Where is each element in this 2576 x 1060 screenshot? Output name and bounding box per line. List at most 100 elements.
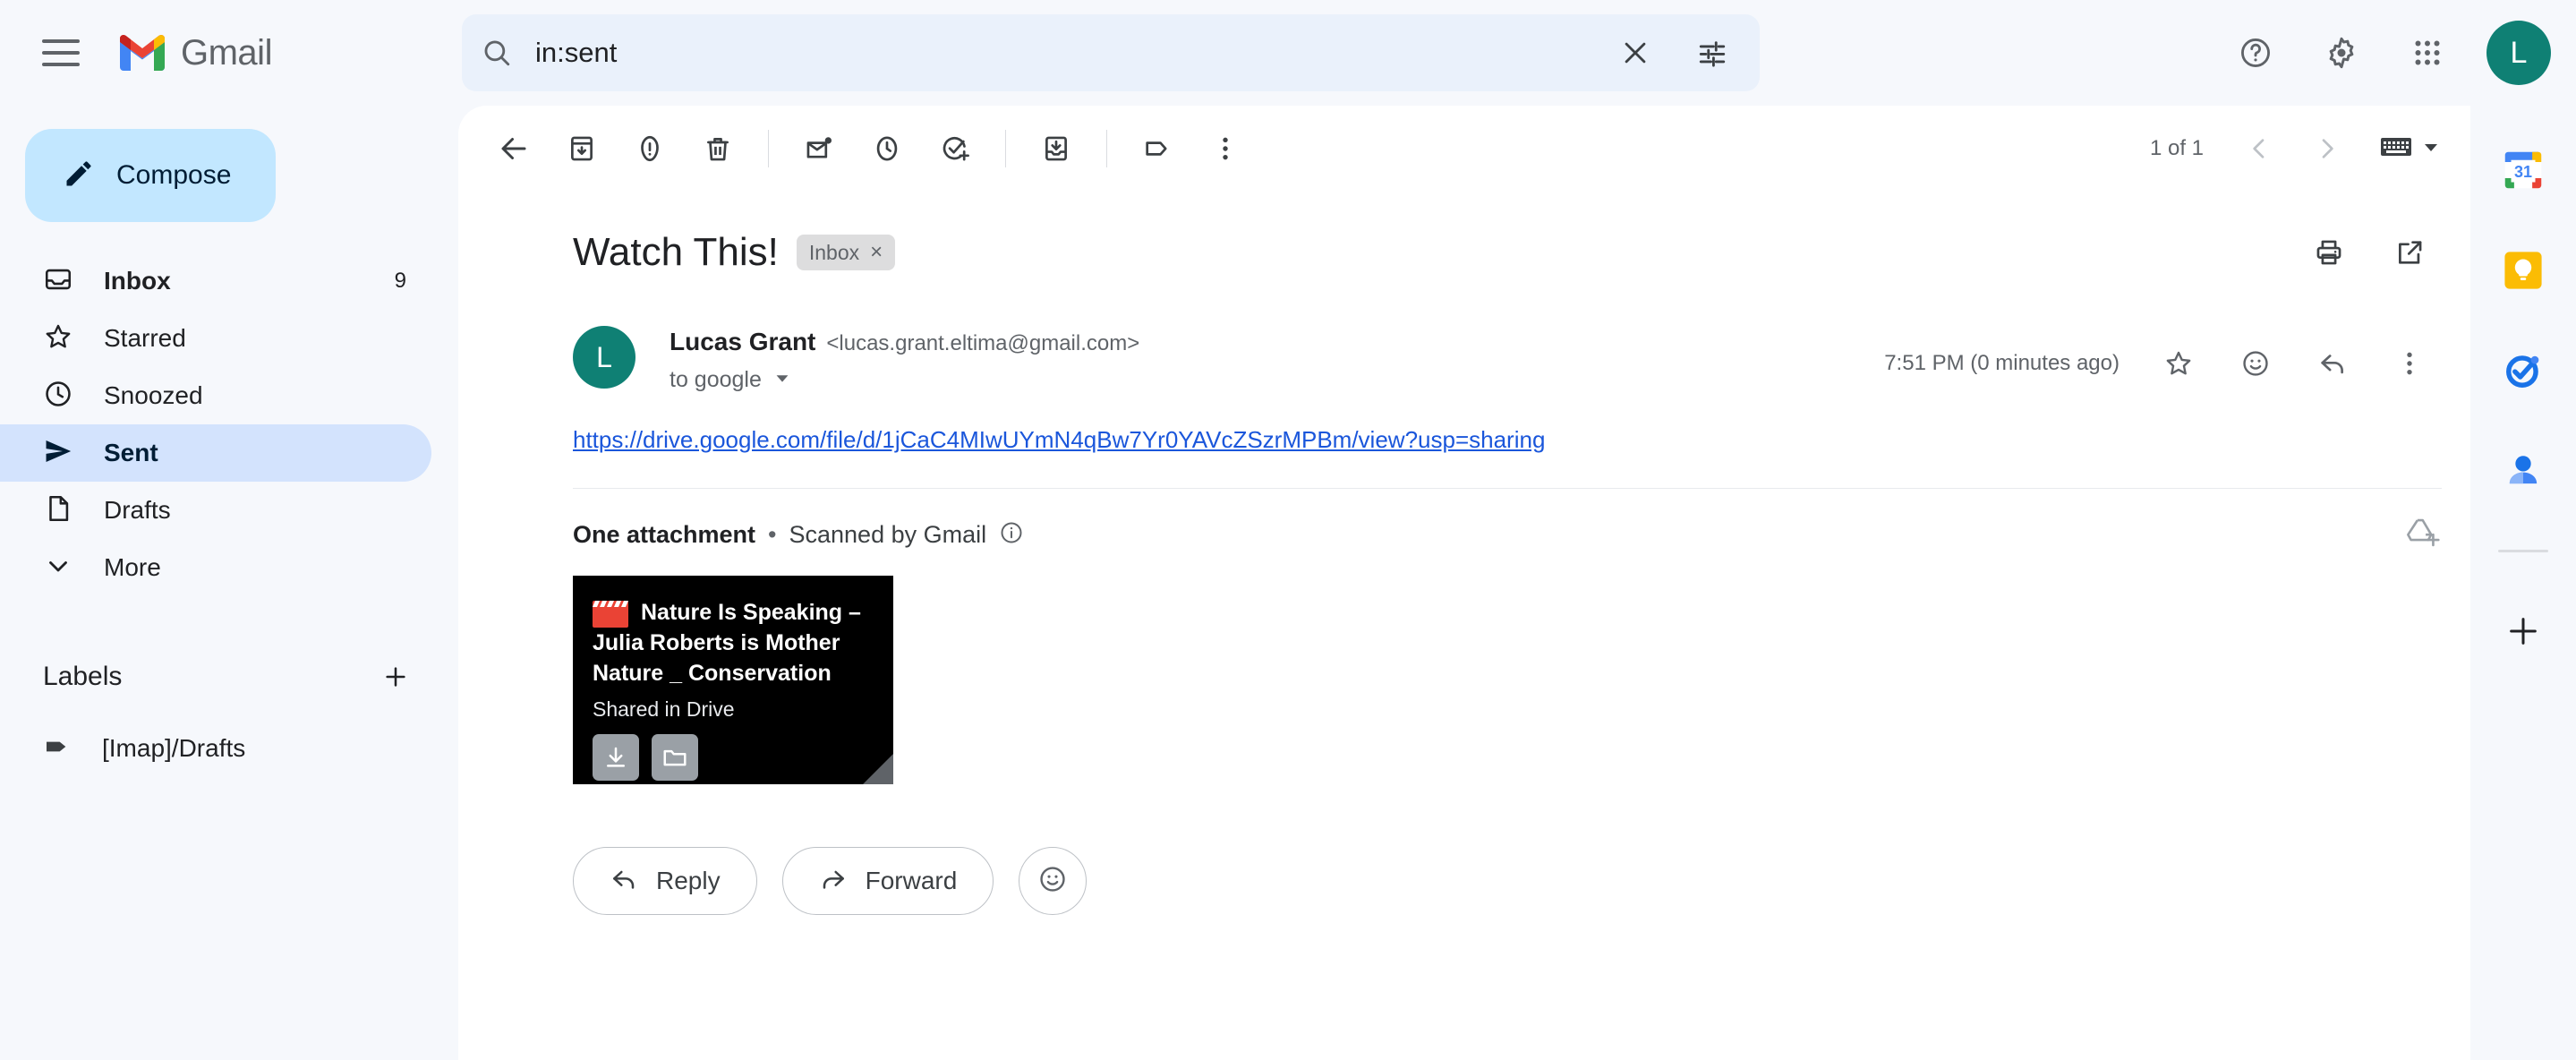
gmail-brand[interactable]: Gmail [116,31,272,75]
keyboard-layout-selector[interactable] [2381,135,2442,163]
sender-line: Lucas Grant <lucas.grant.eltima@gmail.co… [670,328,1139,356]
sender-avatar: L [573,326,635,389]
avatar[interactable]: L [2486,21,2551,85]
attachments-list: Nature Is Speaking – Julia Roberts is Mo… [458,554,2470,784]
archive-icon[interactable] [550,116,614,181]
sidebar-item-label: Inbox [104,267,171,295]
save-to-drive-icon[interactable] [2402,516,2442,554]
inbox-unread-count: 9 [394,269,406,293]
chevron-down-icon [43,551,73,586]
sidebar-item-label: Snoozed [104,381,203,409]
trash-icon[interactable] [686,116,750,181]
attachment-title: Nature Is Speaking – Julia Roberts is Mo… [593,600,861,686]
sidebar-item-starred[interactable]: Starred [0,310,431,367]
sidebar-item-inbox[interactable]: Inbox 9 [0,252,431,310]
sidebar-item-label: Drafts [104,496,171,524]
reply-arrow-icon[interactable] [2300,331,2365,396]
video-clapperboard-icon [593,601,628,628]
google-contacts-icon[interactable] [2495,442,2552,500]
recipient-line[interactable]: to google [670,367,1139,393]
label-tag-icon[interactable] [1125,116,1190,181]
forward-button[interactable]: Forward [781,847,994,915]
email-view: 1 of 1 Watch This! Inbox × L Lucas Grant… [458,106,2470,1060]
svg-text:31: 31 [2514,163,2532,181]
tune-icon[interactable] [1674,14,1751,91]
emoji-icon[interactable] [2223,331,2288,396]
subject-row: Watch This! Inbox × [458,192,2470,285]
sender-meta: Lucas Grant <lucas.grant.eltima@gmail.co… [670,326,1139,393]
message-body: https://drive.google.com/file/d/1jCaC4MI… [458,396,2470,454]
keyboard-icon [2381,135,2411,163]
sidebar-item-more[interactable]: More [0,539,431,596]
toolbar-divider [1005,130,1006,167]
reply-button[interactable]: Reply [573,847,757,915]
google-tasks-icon[interactable] [2495,342,2552,399]
close-icon[interactable] [1597,14,1674,91]
open-in-new-icon[interactable] [2377,220,2442,285]
google-calendar-icon[interactable]: 31 [2495,141,2552,199]
search-icon[interactable] [462,38,532,68]
mark-unread-icon[interactable] [787,116,851,181]
snooze-clock-icon[interactable] [855,116,919,181]
caret-down-icon[interactable] [772,368,792,392]
sidebar-label-item[interactable]: [Imap]/Drafts [0,720,431,777]
pencil-icon [63,158,95,194]
top-bar: Gmail in:sent L [0,0,2576,106]
search-input[interactable] [532,37,1597,69]
google-keep-icon[interactable] [2495,242,2552,299]
more-vertical-icon[interactable] [1193,116,1258,181]
download-icon[interactable] [593,734,639,781]
sender-email: <lucas.grant.eltima@gmail.com> [826,331,1140,355]
attachment-buttons [593,734,874,781]
label-chip-inbox[interactable]: Inbox × [796,235,896,270]
chevron-left-icon[interactable] [2227,116,2291,181]
emoji-reaction-button[interactable] [1019,847,1088,915]
side-panel: 31 [2470,106,2576,1060]
page-count: 1 of 1 [2149,136,2204,160]
sidebar-item-snoozed[interactable]: Snoozed [0,367,431,424]
page-title: Watch This! [573,230,779,274]
add-addon-icon[interactable] [2495,603,2552,660]
back-arrow-icon[interactable] [482,116,546,181]
gear-icon[interactable] [2307,19,2376,87]
labels-list: [Imap]/Drafts [0,720,458,777]
toolbar-divider [768,130,769,167]
report-spam-icon[interactable] [618,116,682,181]
attachment-subtitle: Shared in Drive [593,697,735,721]
plus-icon[interactable] [374,655,417,698]
folder-icon[interactable] [652,734,698,781]
close-icon[interactable]: × [870,240,883,265]
sender-name: Lucas Grant [670,328,816,355]
label-chip-text: Inbox [808,240,860,264]
print-icon[interactable] [2297,220,2361,285]
gmail-logo-icon [116,31,168,75]
search-bar[interactable] [462,14,1760,91]
help-icon[interactable] [2222,19,2290,87]
top-bar-actions: L [2222,0,2551,106]
apps-grid-icon[interactable] [2393,19,2461,87]
toolbar-divider [1106,130,1107,167]
attachment-card[interactable]: Nature Is Speaking – Julia Roberts is Mo… [573,576,893,784]
clock-icon [43,379,73,414]
forward-arrow-icon [819,865,848,898]
emoji-icon [1037,864,1068,899]
info-icon[interactable] [999,520,1024,550]
sidebar: Compose Inbox 9 Starred Snoozed Sent Dra… [0,106,458,1060]
reply-label: Reply [656,867,721,894]
star-icon[interactable] [2146,331,2211,396]
drive-link[interactable]: https://drive.google.com/file/d/1jCaC4MI… [573,426,1545,453]
hamburger-icon[interactable] [21,13,100,92]
send-icon [43,436,73,471]
inbox-icon [43,264,73,299]
chevron-right-icon[interactable] [2295,116,2359,181]
move-to-inbox-icon[interactable] [1024,116,1088,181]
sidebar-item-drafts[interactable]: Drafts [0,482,431,539]
reply-arrow-icon [610,865,638,898]
compose-button[interactable]: Compose [25,129,276,222]
document-icon [43,493,73,528]
labels-title: Labels [43,662,123,691]
add-to-tasks-icon[interactable] [923,116,987,181]
more-vertical-icon[interactable] [2377,331,2442,396]
sidebar-label-text: [Imap]/Drafts [102,734,246,762]
sidebar-item-sent[interactable]: Sent [0,424,431,482]
